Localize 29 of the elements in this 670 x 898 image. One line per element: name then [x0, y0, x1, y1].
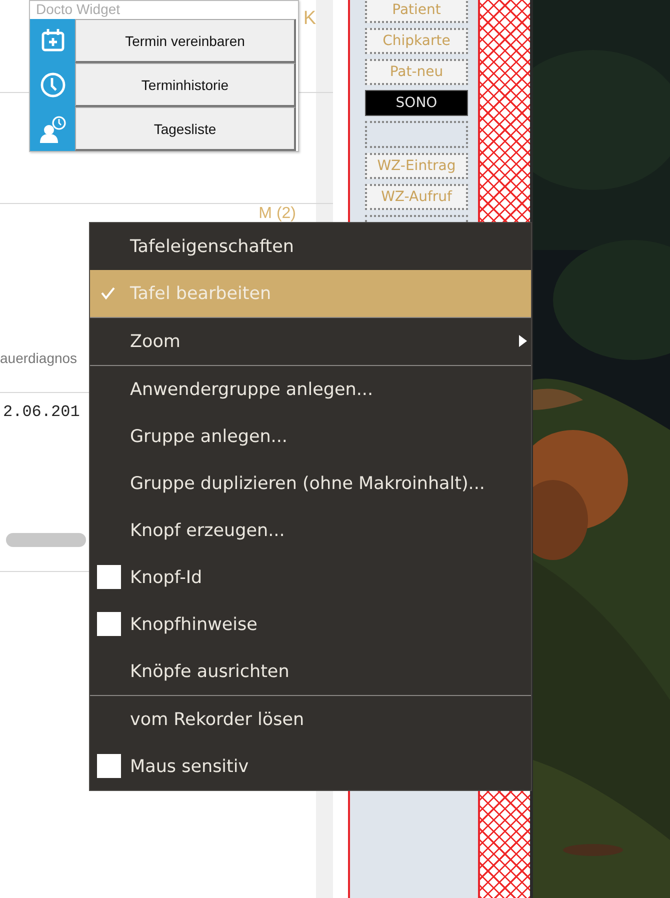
scrollbar-thumb[interactable]	[6, 533, 86, 547]
date-cell: 2.06.201	[3, 403, 80, 421]
panel-button[interactable]: SONO	[365, 90, 468, 116]
menu-item[interactable]: Knöpfe ausrichten	[90, 648, 531, 695]
menu-item[interactable]: Knopfhinweise	[90, 601, 531, 648]
person-clock-icon	[38, 115, 66, 143]
widget-button[interactable]: Terminhistorie	[75, 63, 296, 107]
menu-item[interactable]: Maus sensitiv	[90, 743, 531, 790]
clock-icon	[38, 71, 66, 99]
context-menu[interactable]	[89, 222, 532, 791]
widget-button[interactable]: Termin vereinbaren	[75, 19, 296, 63]
menu-item[interactable]: Zoom	[90, 318, 531, 365]
label-fragment: K	[303, 8, 316, 31]
menu-item[interactable]: Knopf-Id	[90, 554, 531, 601]
menu-item[interactable]: Knopf erzeugen...	[90, 507, 531, 554]
column-header: auerdiagnos	[0, 350, 78, 368]
widget-button[interactable]: Tagesliste	[75, 107, 296, 151]
menu-item[interactable]: Anwendergruppe anlegen...	[90, 366, 531, 413]
menu-item[interactable]: Gruppe duplizieren (ohne Makroinhalt)...	[90, 460, 531, 507]
label-fragment: M (2)	[258, 205, 296, 223]
menu-item[interactable]: vom Rekorder lösen	[90, 696, 531, 743]
empty-slot[interactable]	[365, 121, 468, 148]
checkbox[interactable]	[97, 612, 121, 636]
checkbox[interactable]	[97, 565, 121, 589]
menu-item[interactable]: Gruppe anlegen...	[90, 413, 531, 460]
checkbox[interactable]	[97, 754, 121, 778]
submenu-arrow-icon	[519, 335, 527, 347]
widget-title: Docto Widget	[35, 1, 120, 19]
menu-item[interactable]: Tafeleigenschaften	[90, 223, 531, 270]
